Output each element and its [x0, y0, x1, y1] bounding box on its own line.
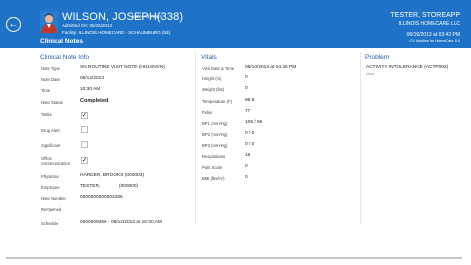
temperature-value: 98.6	[245, 98, 255, 103]
employee-value: TESTER, (000000)	[80, 184, 139, 189]
vitals-title: Vitals	[201, 54, 217, 61]
bp2-value: 0 / 0	[245, 131, 255, 136]
patient-name: WILSON, JOSEPH(338)	[62, 11, 184, 23]
pulse-value: 77	[245, 109, 251, 114]
app-header: ← WILSON, JOSEPH(338) Male, 73 Years Adm…	[0, 0, 471, 48]
patient-meta: Male, 73 Years	[132, 14, 162, 19]
note-status-value: Completed	[80, 98, 109, 104]
physician-label: Physician	[41, 174, 59, 179]
visit-datetime-label: Visit Date & Time	[202, 66, 235, 71]
bp1-value: 106 / 66	[245, 120, 263, 125]
bmi-value: 0	[245, 175, 248, 180]
pulse-label: Pulse	[202, 110, 213, 115]
time-value: 10:30 AM	[80, 87, 101, 92]
note-type-value: SN ROUTINE VISIT NOTE (HH1SNVN)	[80, 65, 165, 70]
clinical-note-title: Clinical Note Info	[40, 54, 90, 61]
column-divider	[195, 52, 196, 224]
bp3-value: 0 / 0	[245, 142, 255, 147]
bmi-label: BMI (lbs/in²)	[202, 176, 225, 181]
pain-scale-value: 0	[245, 164, 248, 169]
respirations-value: 16	[245, 153, 251, 158]
pain-scale-label: Pain Scale	[202, 165, 223, 170]
checkmark-icon: ✓	[81, 157, 88, 164]
admitted-date: Admitted On: 05/25/2013	[62, 23, 113, 28]
physician-value: HARDER, BROOKS (000003)	[80, 173, 144, 178]
patient-avatar	[40, 11, 58, 33]
height-value: 0	[245, 75, 248, 80]
temperature-label: Temperature (F)	[202, 99, 233, 104]
bp1-label: BP1 (mm/Hg)	[202, 121, 228, 126]
page-title: Clinical Notes	[40, 38, 83, 45]
tasks-label: Tasks	[41, 112, 52, 117]
office-communication-label: Office Communication	[41, 156, 71, 166]
respirations-label: Respirations	[202, 154, 226, 159]
weight-label: Weight (lbs)	[202, 87, 225, 92]
height-label: Height (in)	[202, 76, 222, 81]
schedule-value: 0000009356 - 06/12/2013 at 10:30 AM	[80, 220, 162, 225]
schedule-label: Schedule	[41, 221, 59, 226]
note-date-label: Note Date	[41, 77, 60, 82]
facility-name: Facility: ILLINOIS HOMECARE - SCHAUMBURG…	[62, 30, 171, 35]
current-datetime: 06/16/2013 at 03:42 PM	[406, 32, 460, 38]
note-number-value: 0000000000002286	[80, 195, 123, 200]
bp2-label: BP2 (mm/Hg)	[202, 132, 228, 137]
column-divider	[360, 52, 361, 224]
significant-checkbox[interactable]	[81, 141, 88, 148]
employee-label: Employee	[41, 185, 60, 190]
significant-label: Significant	[41, 143, 61, 148]
drug-alert-label: Drug Alert	[41, 128, 60, 133]
tasks-checkbox[interactable]: ✓	[81, 112, 88, 119]
user-name: TESTER, STOREAPP	[390, 12, 461, 19]
arrow-left-icon: ←	[8, 18, 19, 30]
problem-value[interactable]: ACTIVITY INTOLERANCE (ACTP002)	[366, 65, 448, 70]
note-type-label: Note Type	[41, 66, 61, 71]
app-version: CV Intuitive for HomeCare 5.0	[409, 39, 460, 43]
office-communication-checkbox[interactable]: ✓	[81, 157, 88, 164]
drug-alert-checkbox[interactable]	[81, 126, 88, 133]
time-label: Time	[41, 88, 51, 93]
agency-name: ILLINOIS HOMECARE LLC	[398, 21, 460, 27]
visit-datetime-value: 06/10/2013 at 04:26 PM	[245, 65, 297, 70]
problem-status: New	[366, 72, 374, 76]
back-button[interactable]: ←	[6, 17, 21, 32]
bp3-label: BP3 (mm/Hg)	[202, 143, 228, 148]
problem-title: Problem	[365, 54, 390, 61]
reopened-label: ReOpened	[41, 207, 62, 212]
note-number-label: Note Number	[41, 196, 66, 201]
checkmark-icon: ✓	[81, 112, 88, 119]
note-status-label: Note Status	[41, 100, 63, 105]
weight-value: 0	[245, 86, 248, 91]
horizontal-scrollbar[interactable]	[6, 257, 462, 259]
note-date-value: 06/12/2013	[80, 76, 105, 81]
